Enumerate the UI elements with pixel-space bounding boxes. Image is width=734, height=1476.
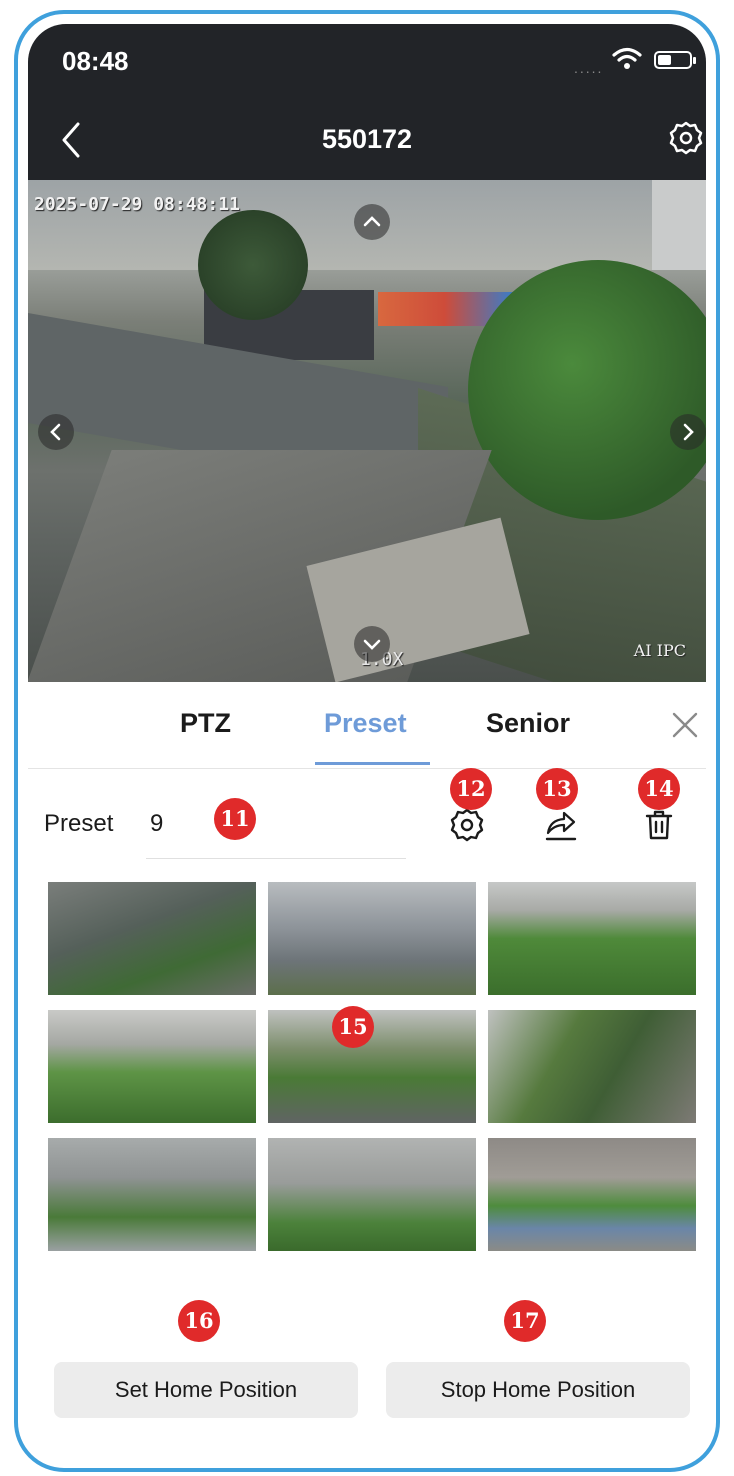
video-building bbox=[652, 180, 706, 270]
page-title: 550172 bbox=[321, 124, 413, 154]
preset-input-underline bbox=[146, 858, 406, 859]
stop-home-position-button[interactable]: Stop Home Position bbox=[386, 1362, 690, 1418]
cellular-signal-icon: ..... bbox=[574, 60, 604, 76]
chevron-right-icon bbox=[683, 423, 694, 441]
live-video-feed[interactable]: 2025-07-29 08:48:11 AI IPC 1.0X bbox=[28, 180, 706, 682]
preset-thumbnail-4[interactable] bbox=[48, 1010, 256, 1123]
pan-right-button[interactable] bbox=[670, 414, 706, 450]
video-watermark: AI IPC bbox=[633, 641, 686, 660]
set-home-position-button[interactable]: Set Home Position bbox=[54, 1362, 358, 1418]
preset-thumbnail-7[interactable] bbox=[48, 1138, 256, 1251]
annotation-badge-15: 15 bbox=[332, 1006, 374, 1048]
chevron-down-icon bbox=[363, 639, 381, 650]
wifi-icon bbox=[612, 47, 642, 69]
video-timestamp: 2025-07-29 08:48:11 bbox=[34, 194, 240, 215]
annotation-badge-12: 12 bbox=[450, 768, 492, 810]
tab-preset[interactable]: Preset bbox=[324, 708, 407, 739]
chevron-left-icon bbox=[50, 423, 61, 441]
preset-thumbnail-2[interactable] bbox=[268, 882, 476, 995]
preset-thumbnail-3[interactable] bbox=[488, 882, 696, 995]
preset-settings-gear-icon[interactable] bbox=[448, 806, 486, 844]
tab-ptz[interactable]: PTZ bbox=[180, 708, 231, 739]
annotation-badge-13: 13 bbox=[536, 768, 578, 810]
annotation-badge-11: 11 bbox=[214, 798, 256, 840]
preset-thumbnail-grid: 15 bbox=[48, 882, 696, 1252]
top-bar: 08:48 ..... 550172 bbox=[28, 24, 706, 180]
pan-down-button[interactable] bbox=[354, 626, 390, 662]
preset-number-input[interactable]: 9 bbox=[150, 810, 163, 838]
preset-thumbnail-6[interactable] bbox=[488, 1010, 696, 1123]
settings-gear-icon[interactable] bbox=[668, 120, 704, 156]
preset-label: Preset bbox=[44, 810, 114, 837]
status-time: 08:48 bbox=[62, 46, 129, 76]
preset-thumbnail-8[interactable] bbox=[268, 1138, 476, 1251]
close-icon[interactable] bbox=[670, 710, 700, 740]
pan-left-button[interactable] bbox=[38, 414, 74, 450]
app-screen: 08:48 ..... 550172 2025-07-29 08:48:11 A… bbox=[28, 24, 706, 1458]
control-tabs: PTZ Preset Senior bbox=[28, 682, 706, 769]
tab-senior[interactable]: Senior bbox=[486, 708, 570, 739]
preset-thumbnail-1[interactable] bbox=[48, 882, 256, 995]
chevron-up-icon bbox=[363, 216, 381, 227]
share-icon[interactable] bbox=[542, 806, 580, 844]
trash-icon[interactable] bbox=[640, 806, 678, 844]
battery-icon bbox=[654, 51, 696, 69]
annotation-badge-17: 17 bbox=[504, 1300, 546, 1342]
pan-up-button[interactable] bbox=[354, 204, 390, 240]
active-tab-indicator bbox=[315, 762, 430, 765]
video-tree bbox=[198, 210, 308, 320]
preset-thumbnail-9[interactable] bbox=[488, 1138, 696, 1251]
annotation-badge-16: 16 bbox=[178, 1300, 220, 1342]
phone-frame: 08:48 ..... 550172 2025-07-29 08:48:11 A… bbox=[14, 10, 720, 1472]
annotation-badge-14: 14 bbox=[638, 768, 680, 810]
